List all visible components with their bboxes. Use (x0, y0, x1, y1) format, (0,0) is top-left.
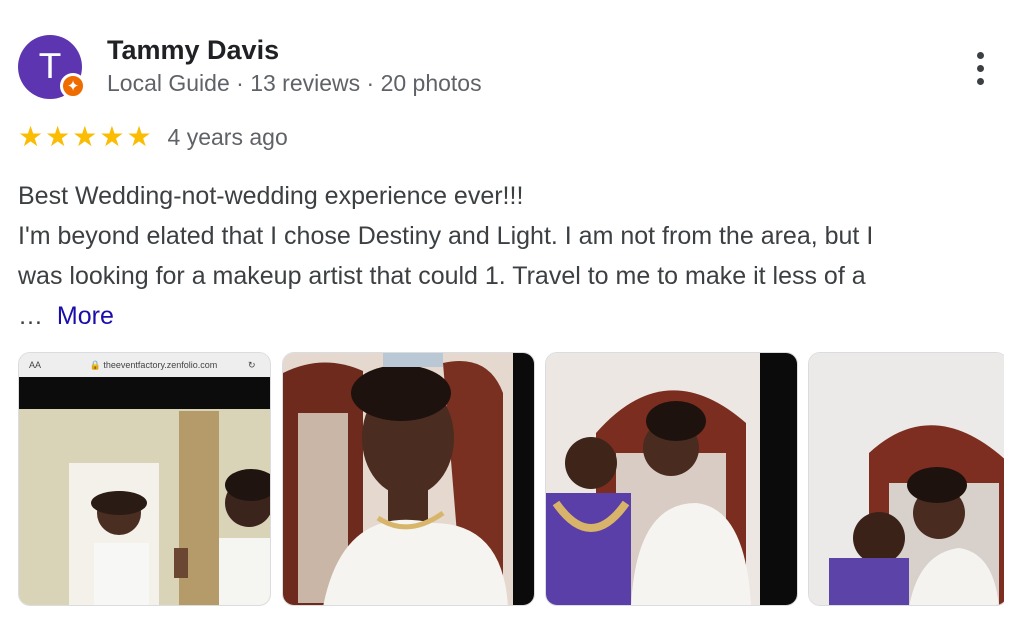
review-time: 4 years ago (167, 123, 288, 150)
review-photo[interactable] (808, 352, 1004, 606)
browser-url: 🔒 theeventfactory.zenfolio.com (89, 359, 218, 370)
ellipsis: … (18, 302, 43, 330)
review-text: Best Wedding-not-wedding experience ever… (18, 176, 1008, 336)
review-photo[interactable]: AA 🔒 theeventfactory.zenfolio.com ↻ (18, 352, 271, 606)
rating-row: ★ ★ ★ ★ ★ 4 years ago (18, 122, 288, 152)
reviewer-meta[interactable]: Local Guide · 13 reviews · 20 photos (107, 70, 482, 97)
review-line: I'm beyond elated that I chose Destiny a… (18, 222, 874, 250)
browser-url-bar: AA 🔒 theeventfactory.zenfolio.com ↻ (19, 353, 270, 377)
avatar-initial: T (39, 47, 61, 87)
review-line: Best Wedding-not-wedding experience ever… (18, 182, 524, 210)
star-icon: ★ (18, 120, 44, 153)
more-link[interactable]: More (57, 302, 114, 330)
star-icon: ★ (126, 120, 152, 153)
reload-icon: ↻ (248, 359, 256, 370)
more-options-icon[interactable] (962, 46, 998, 90)
reviewer-name[interactable]: Tammy Davis (107, 35, 279, 66)
reviewer-avatar[interactable]: T ✦ (18, 35, 86, 99)
review-line-last: … More (18, 296, 1008, 336)
review-line: was looking for a makeup artist that cou… (18, 262, 866, 290)
star-icon: ★ (99, 120, 125, 153)
review-photo[interactable] (545, 352, 798, 606)
text-size-label: AA (29, 360, 42, 370)
photo-strip[interactable]: AA 🔒 theeventfactory.zenfolio.com ↻ (18, 352, 1004, 608)
review-photo[interactable] (282, 352, 535, 606)
star-icon: ★ (72, 120, 98, 153)
star-rating: ★ ★ ★ ★ ★ (18, 122, 152, 152)
star-icon: ★ (45, 120, 71, 153)
local-guide-star-icon: ✦ (60, 73, 86, 99)
